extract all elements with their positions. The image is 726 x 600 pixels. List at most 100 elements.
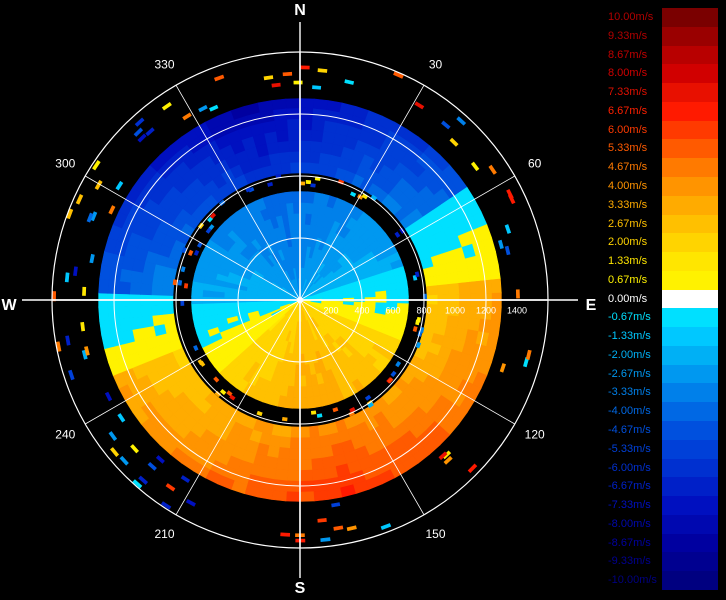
noise-cell — [525, 349, 532, 360]
compass-label-e: E — [586, 297, 597, 314]
velocity-cell — [467, 317, 481, 332]
velocity-cell — [119, 317, 133, 332]
colorbar-label: -4.67m/s — [608, 424, 651, 437]
noise-cell — [165, 483, 176, 492]
noise-cell — [263, 75, 274, 81]
colorbar-entry: 9.33m/s — [606, 26, 718, 47]
colorbar-label: -0.67m/s — [608, 311, 651, 324]
colorbar-swatch — [662, 289, 718, 309]
velocity-cell — [118, 305, 131, 320]
noise-cell — [133, 127, 144, 137]
colorbar-swatch — [662, 552, 718, 572]
noise-cell — [504, 245, 511, 256]
noise-cell — [344, 79, 355, 85]
colorbar-entry: -9.33m/s — [606, 552, 718, 572]
velocity-cell — [446, 271, 460, 285]
compass-label-w: W — [1, 297, 17, 314]
noise-cell — [137, 133, 147, 143]
noise-cell — [305, 180, 312, 185]
velocity-cell — [299, 397, 308, 409]
noise-cell — [89, 253, 95, 264]
noise-cell — [316, 413, 323, 418]
colorbar-swatch — [662, 252, 718, 272]
colorbar-label: -9.33m/s — [608, 555, 651, 568]
noise-cell — [64, 272, 70, 283]
colorbar-entry: 10.00m/s — [606, 8, 718, 28]
velocity-cell — [278, 436, 291, 449]
compass-label-n: N — [294, 2, 306, 19]
velocity-cell — [299, 140, 312, 152]
noise-cell — [441, 120, 451, 130]
colorbar-swatch — [662, 270, 718, 291]
noise-cell — [364, 394, 372, 401]
noise-cell — [117, 413, 126, 423]
range-tick-label: 1400 — [507, 305, 527, 315]
noise-cell — [506, 188, 514, 200]
colorbar-swatch — [662, 327, 718, 347]
noise-cell — [310, 410, 317, 415]
azimuth-label: 210 — [154, 527, 174, 541]
velocity-cell — [292, 191, 301, 203]
azimuth-label: 150 — [425, 527, 445, 541]
velocity-cell — [98, 306, 110, 322]
noise-cell — [256, 410, 263, 417]
noise-cell — [145, 127, 155, 137]
velocity-cell — [191, 303, 204, 312]
noise-cell — [73, 266, 78, 277]
colorbar-swatch — [662, 83, 718, 103]
colorbar-label: 4.67m/s — [608, 161, 648, 174]
azimuth-label: 300 — [55, 157, 75, 171]
colorbar-label: 8.67m/s — [608, 48, 648, 61]
colorbar-label: 2.67m/s — [608, 217, 648, 230]
colorbar-label: -8.00m/s — [608, 517, 651, 530]
velocity-cell — [150, 284, 164, 296]
velocity-cell — [130, 270, 144, 284]
noise-cell — [331, 502, 341, 508]
colorbar-entry: -2.00m/s — [606, 345, 718, 366]
colorbar-entry: 8.67m/s — [606, 45, 718, 65]
velocity-cell — [150, 304, 164, 316]
velocity-cell — [287, 458, 301, 471]
noise-cell — [219, 388, 227, 396]
noise-cell — [193, 345, 199, 352]
colorbar-entry: 2.00m/s — [606, 233, 718, 253]
colorbar-entry: -2.67m/s — [606, 364, 718, 384]
colorbar-entry: 6.67m/s — [606, 101, 718, 122]
noise-cell — [198, 104, 208, 113]
noise-cell — [449, 137, 459, 147]
colorbar-swatch — [662, 101, 718, 122]
velocity-colorbar: 10.00m/s 9.33m/s 8.67m/s 8.00m/s 7.33m/s 6.67… — [606, 8, 718, 591]
colorbar-label: 6.67m/s — [608, 104, 648, 117]
velocity-cell — [308, 425, 320, 438]
velocity-cell — [294, 223, 301, 236]
noise-cell — [177, 279, 183, 286]
range-tick-label: 800 — [416, 305, 431, 315]
colorbar-swatch — [662, 120, 718, 140]
noise-cell — [310, 183, 316, 188]
velocity-cell — [306, 396, 316, 409]
range-tick-label: 1000 — [445, 305, 465, 315]
colorbar-label: -10.00m/s — [608, 574, 657, 587]
noise-cell — [68, 369, 75, 381]
radar-ppi-plot: N E S W 30 60 120 150 210 240 300 330 200 400 600 800 10… — [1, 2, 597, 597]
noise-cell — [65, 335, 71, 346]
colorbar-swatch — [662, 26, 718, 47]
velocity-cell — [99, 264, 112, 281]
colorbar-entry: 2.67m/s — [606, 214, 718, 234]
velocity-cell — [292, 202, 301, 214]
colorbar-label: 6.00m/s — [608, 123, 648, 136]
colorbar-swatch — [662, 496, 718, 516]
noise-cell — [456, 116, 467, 126]
velocity-cell — [223, 301, 236, 309]
velocity-cell — [289, 150, 301, 163]
range-tick-label: 400 — [354, 305, 369, 315]
colorbar-label: 9.33m/s — [608, 29, 648, 42]
velocity-cell — [299, 161, 310, 174]
velocity-cell — [118, 280, 131, 295]
colorbar-swatch — [662, 477, 718, 497]
velocity-cell — [257, 100, 274, 113]
velocity-cell — [129, 305, 142, 319]
colorbar-label: -4.00m/s — [608, 405, 651, 418]
velocity-cells — [52, 65, 532, 543]
noise-cell — [499, 363, 506, 373]
